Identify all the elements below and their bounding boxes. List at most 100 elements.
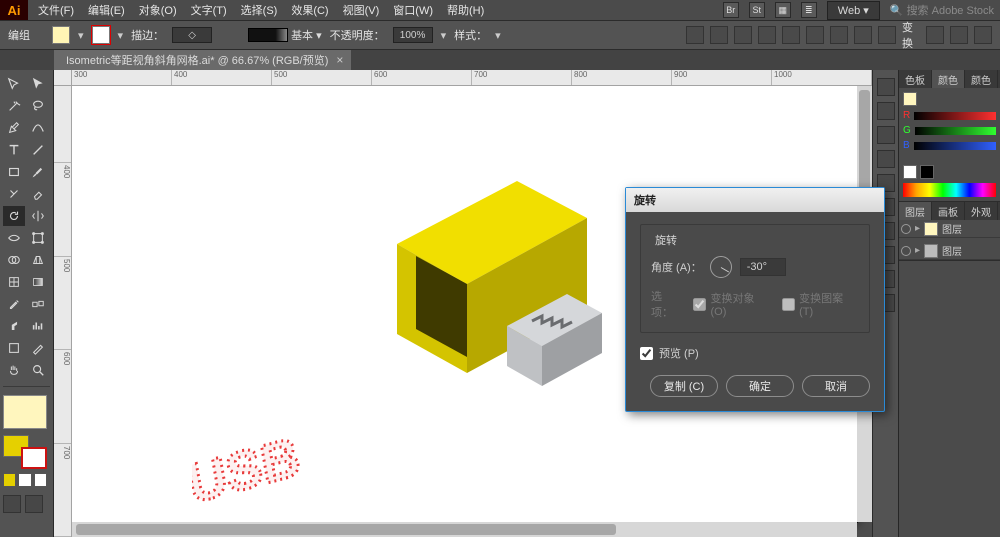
tab-appearance[interactable]: 外观 — [965, 202, 998, 220]
color-spectrum[interactable] — [903, 183, 996, 197]
curvature-tool[interactable] — [27, 118, 49, 138]
paintbrush-tool[interactable] — [27, 162, 49, 182]
secondary-swatch[interactable] — [903, 165, 917, 179]
menu-select[interactable]: 选择(S) — [235, 0, 284, 21]
stock-search[interactable]: 🔍 搜索 Adobe Stock — [890, 2, 994, 18]
dock-icon[interactable] — [877, 126, 895, 144]
tab-color[interactable]: 颜色 — [932, 70, 965, 88]
eyedropper-tool[interactable] — [3, 294, 25, 314]
rectangle-tool[interactable] — [3, 162, 25, 182]
fill-swatch[interactable] — [52, 26, 70, 44]
tab-artboards[interactable]: 画板 — [932, 202, 965, 220]
direct-selection-tool[interactable] — [27, 74, 49, 94]
panel-fill-swatch[interactable] — [903, 92, 917, 106]
more-icon[interactable] — [974, 26, 992, 44]
tab-layers[interactable]: 图层 — [899, 202, 932, 220]
blend-tool[interactable] — [27, 294, 49, 314]
workspace-selector[interactable]: Web ▾ — [827, 1, 880, 20]
visibility-toggle-icon[interactable] — [901, 246, 911, 256]
g-slider[interactable]: G — [903, 125, 996, 136]
b-slider[interactable]: B — [903, 140, 996, 151]
tab-color-guide[interactable]: 颜色 — [965, 70, 998, 88]
transform-object-checkbox[interactable]: 变换对象 (O) — [693, 288, 772, 320]
dialog-titlebar[interactable]: 旋转 — [626, 188, 884, 212]
document-tab[interactable]: Isometric等距视角斜角网格.ai* @ 66.67% (RGB/预览) … — [54, 50, 351, 70]
change-screen-icon[interactable] — [25, 495, 43, 513]
brush-style[interactable]: 基本 ▾ — [248, 27, 322, 43]
tab-swatches[interactable]: 色板 — [899, 70, 932, 88]
menu-object[interactable]: 对象(O) — [133, 0, 183, 21]
width-tool[interactable] — [3, 228, 25, 248]
perspective-tool[interactable] — [27, 250, 49, 270]
visibility-toggle-icon[interactable] — [901, 224, 911, 234]
rotate-tool[interactable] — [3, 206, 25, 226]
distribute-v-icon[interactable] — [878, 26, 896, 44]
menu-file[interactable]: 文件(F) — [32, 0, 80, 21]
copy-button[interactable]: 复制 (C) — [650, 375, 718, 397]
line-tool[interactable] — [27, 140, 49, 160]
layer-row[interactable]: ▸ 图层 — [899, 220, 1000, 238]
free-transform-tool[interactable] — [27, 228, 49, 248]
magic-wand-tool[interactable] — [3, 96, 25, 116]
stroke-swatch[interactable] — [92, 26, 110, 44]
color-mode-toggles[interactable] — [3, 473, 47, 487]
dock-icon[interactable] — [877, 150, 895, 168]
isolate-icon[interactable] — [926, 26, 944, 44]
dock-icon[interactable] — [877, 78, 895, 96]
align-right-icon[interactable] — [758, 26, 776, 44]
opacity-value[interactable]: 100% — [393, 27, 433, 43]
scrollbar-thumb[interactable] — [76, 524, 616, 535]
distribute-h-icon[interactable] — [854, 26, 872, 44]
recolor-icon[interactable] — [686, 26, 704, 44]
align-bottom-icon[interactable] — [830, 26, 848, 44]
shape-builder-tool[interactable] — [3, 250, 25, 270]
arrange-icon[interactable]: ▦ — [775, 2, 791, 18]
gradient-tool[interactable] — [27, 272, 49, 292]
scrollbar-horizontal[interactable] — [72, 522, 857, 537]
angle-input[interactable]: -30° — [740, 258, 786, 276]
preview-checkbox[interactable]: 预览 (P) — [640, 345, 870, 361]
ok-button[interactable]: 确定 — [726, 375, 794, 397]
reflect-tool[interactable] — [27, 206, 49, 226]
stroke-weight[interactable]: ◇ — [172, 27, 212, 43]
menu-view[interactable]: 视图(V) — [337, 0, 386, 21]
r-slider[interactable]: R — [903, 110, 996, 121]
artboard-tool[interactable] — [3, 338, 25, 358]
menu-help[interactable]: 帮助(H) — [441, 0, 490, 21]
hand-tool[interactable] — [3, 360, 25, 380]
edit-icon[interactable] — [950, 26, 968, 44]
type-tool[interactable] — [3, 140, 25, 160]
cancel-button[interactable]: 取消 — [802, 375, 870, 397]
transform-label[interactable]: 变换 — [902, 26, 920, 44]
mesh-tool[interactable] — [3, 272, 25, 292]
rotate-dialog[interactable]: 旋转 旋转 角度 (A)： -30° 选项： 变换对象 (O) 变换图案 (T)… — [625, 187, 885, 412]
slice-tool[interactable] — [27, 338, 49, 358]
transform-pattern-checkbox[interactable]: 变换图案 (T) — [782, 288, 859, 320]
zoom-tool[interactable] — [27, 360, 49, 380]
align-center-icon[interactable] — [734, 26, 752, 44]
column-graph-tool[interactable] — [27, 316, 49, 336]
layer-row[interactable]: ▸ 图层 — [899, 242, 1000, 260]
screen-mode-icon[interactable] — [3, 495, 21, 513]
menu-edit[interactable]: 编辑(E) — [82, 0, 131, 21]
shaper-tool[interactable] — [3, 184, 25, 204]
layout-icon[interactable]: ≣ — [801, 2, 817, 18]
menu-window[interactable]: 窗口(W) — [387, 0, 439, 21]
stock-icon[interactable]: St — [749, 2, 765, 18]
angle-dial[interactable] — [710, 256, 732, 278]
menu-effect[interactable]: 效果(C) — [285, 0, 334, 21]
bridge-icon[interactable]: Br — [723, 2, 739, 18]
menu-type[interactable]: 文字(T) — [185, 0, 233, 21]
note-swatch[interactable] — [3, 395, 47, 429]
close-tab-icon[interactable]: × — [336, 53, 343, 67]
align-middle-icon[interactable] — [806, 26, 824, 44]
usb-text-art[interactable]: USB USB — [192, 406, 392, 526]
fill-stroke-indicator[interactable] — [3, 435, 47, 469]
eraser-tool[interactable] — [27, 184, 49, 204]
align-top-icon[interactable] — [782, 26, 800, 44]
lasso-tool[interactable] — [27, 96, 49, 116]
selection-tool[interactable] — [3, 74, 25, 94]
symbol-sprayer-tool[interactable] — [3, 316, 25, 336]
align-left-icon[interactable] — [710, 26, 728, 44]
pen-tool[interactable] — [3, 118, 25, 138]
